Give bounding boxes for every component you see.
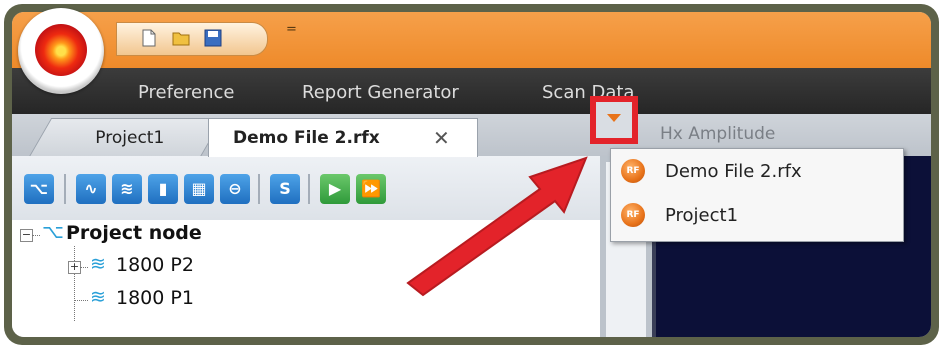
screenshot-frame: = Preference Report Generator Scan Data … — [4, 4, 939, 345]
callout-arrow — [406, 156, 588, 297]
